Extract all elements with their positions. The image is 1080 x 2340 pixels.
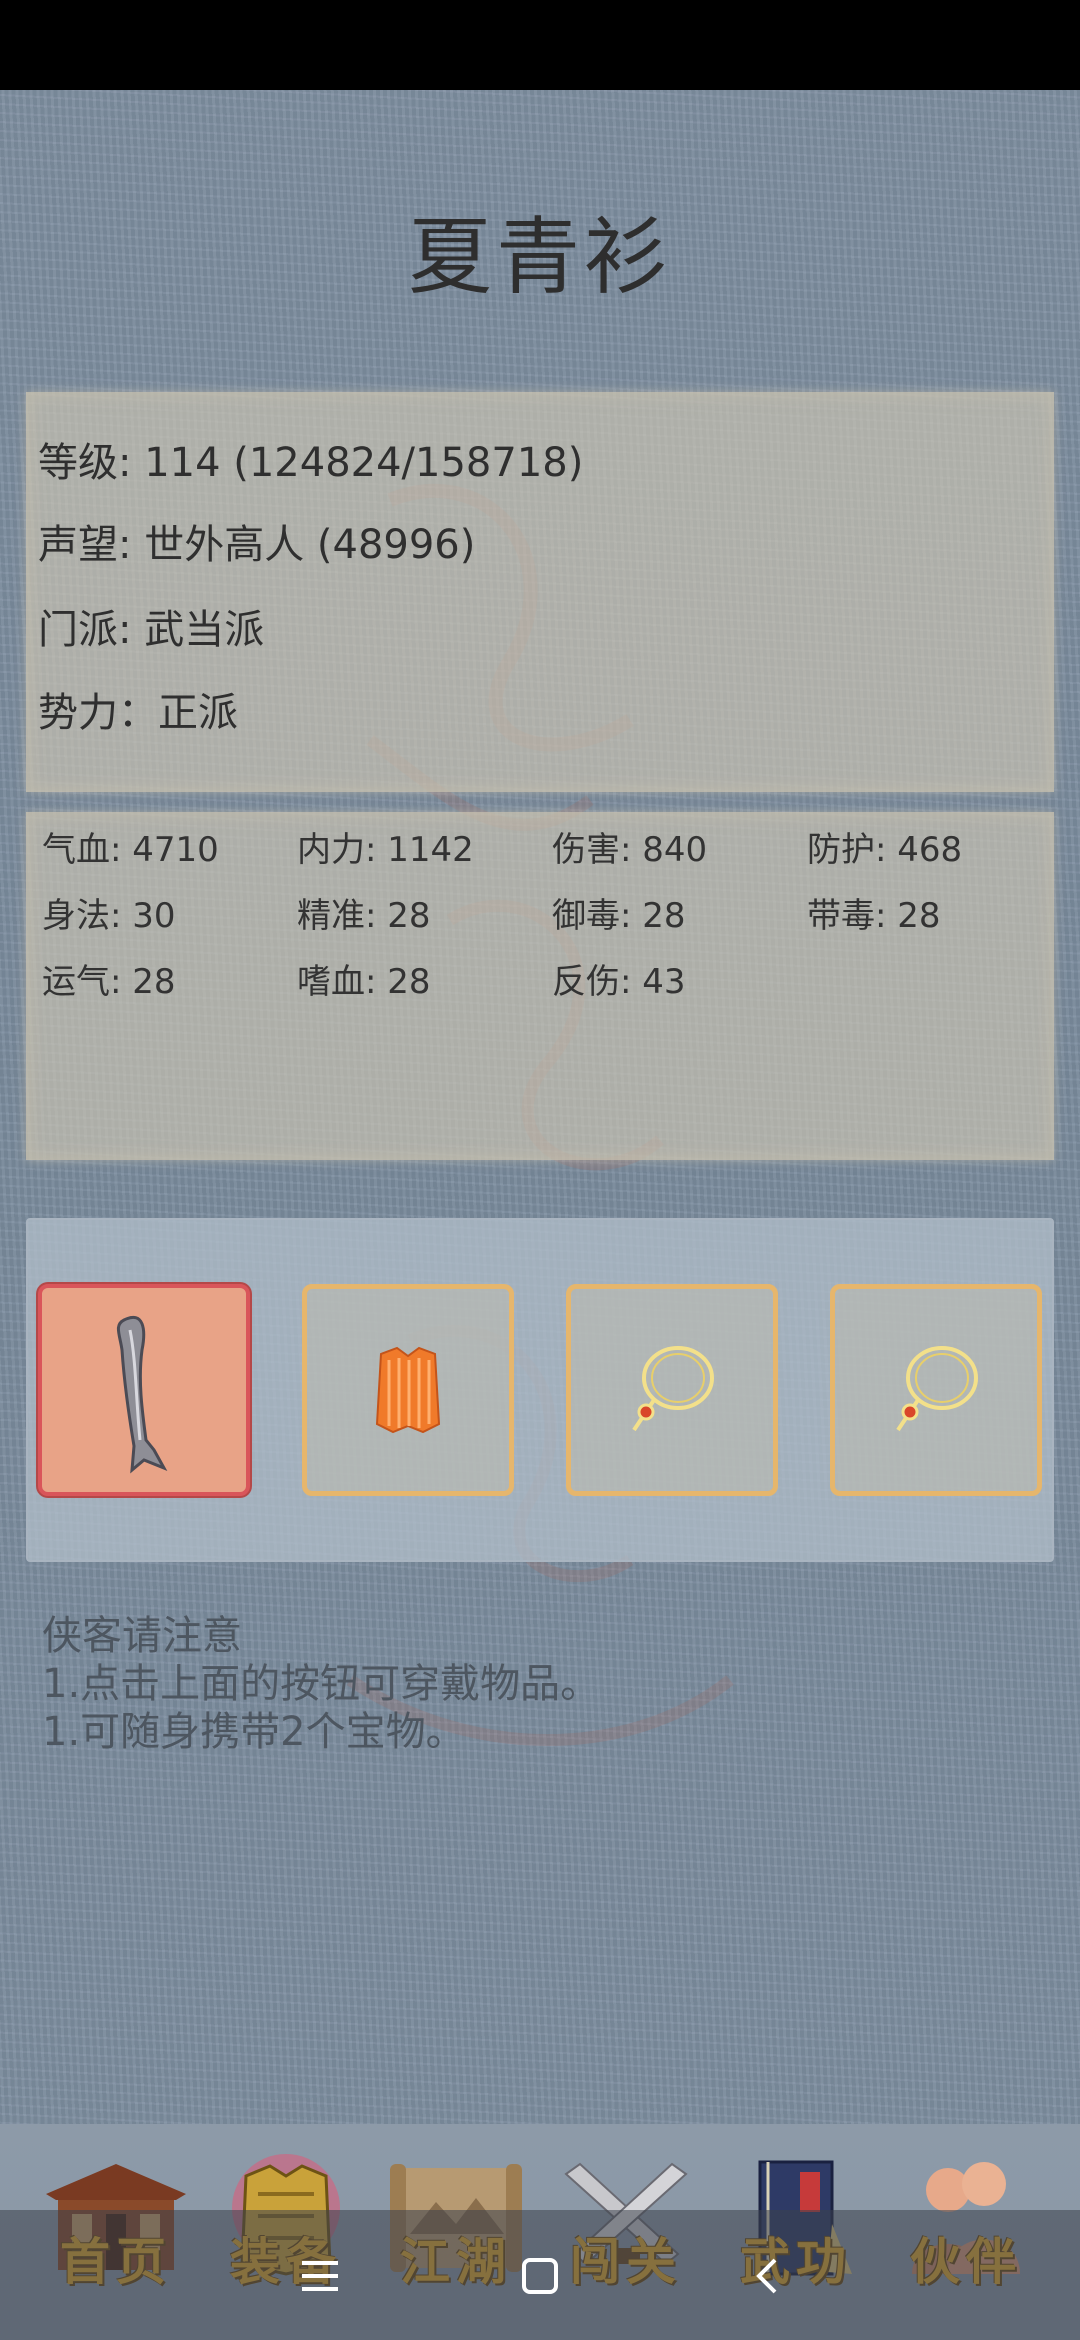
sect-text: 门派: 武当派 <box>38 607 265 653</box>
sword-icon <box>116 1316 168 1474</box>
system-navigation-bar <box>0 2210 1080 2340</box>
stat-hp: 气血: 4710 <box>42 830 219 870</box>
stat-accuracy: 精准: 28 <box>297 896 431 936</box>
notes-line-2: 1.可随身携带2个宝物。 <box>42 1709 466 1755</box>
reputation-text: 声望: 世外高人 (48996) <box>38 522 476 568</box>
stat-poison: 带毒: 28 <box>807 896 941 936</box>
necklace-icon <box>632 1346 714 1432</box>
equip-slot-armor[interactable] <box>302 1284 514 1496</box>
equip-slot-treasure-1[interactable] <box>566 1284 778 1496</box>
equip-slot-treasure-2[interactable] <box>830 1284 1042 1496</box>
level-text: 等级: 114 (124824/158718) <box>38 440 584 486</box>
stat-lifesteal: 嗜血: 28 <box>297 962 431 1002</box>
equipment-panel <box>26 1218 1054 1562</box>
menu-icon[interactable] <box>290 2246 350 2306</box>
stat-damage: 伤害: 840 <box>552 830 708 870</box>
stats-panel: 气血: 4710 内力: 1142 伤害: 840 防护: 468 身法: 30… <box>26 812 1054 1160</box>
necklace-icon <box>896 1346 978 1432</box>
armor-icon <box>375 1346 441 1434</box>
character-name: 夏青衫 <box>407 208 672 306</box>
character-info-panel: 等级: 114 (124824/158718) 声望: 世外高人 (48996)… <box>26 392 1054 792</box>
stat-luck: 运气: 28 <box>42 962 176 1002</box>
equip-slot-weapon[interactable] <box>38 1284 250 1496</box>
back-chevron-icon[interactable] <box>736 2246 796 2306</box>
stat-inner-power: 内力: 1142 <box>297 830 474 870</box>
stat-agility: 身法: 30 <box>42 896 176 936</box>
notes-line-1: 1.点击上面的按钮可穿戴物品。 <box>42 1661 601 1707</box>
notes-title: 侠客请注意 <box>42 1613 242 1659</box>
stat-poison-resist: 御毒: 28 <box>552 896 686 936</box>
notes: 侠客请注意 1.点击上面的按钮可穿戴物品。 1.可随身携带2个宝物。 <box>42 1612 600 1756</box>
stat-defense: 防护: 468 <box>807 830 963 870</box>
stat-reflect: 反伤: 43 <box>552 962 686 1002</box>
status-bar <box>0 0 1080 90</box>
faction-text: 势力：正派 <box>38 690 238 736</box>
home-square-icon[interactable] <box>510 2246 570 2306</box>
